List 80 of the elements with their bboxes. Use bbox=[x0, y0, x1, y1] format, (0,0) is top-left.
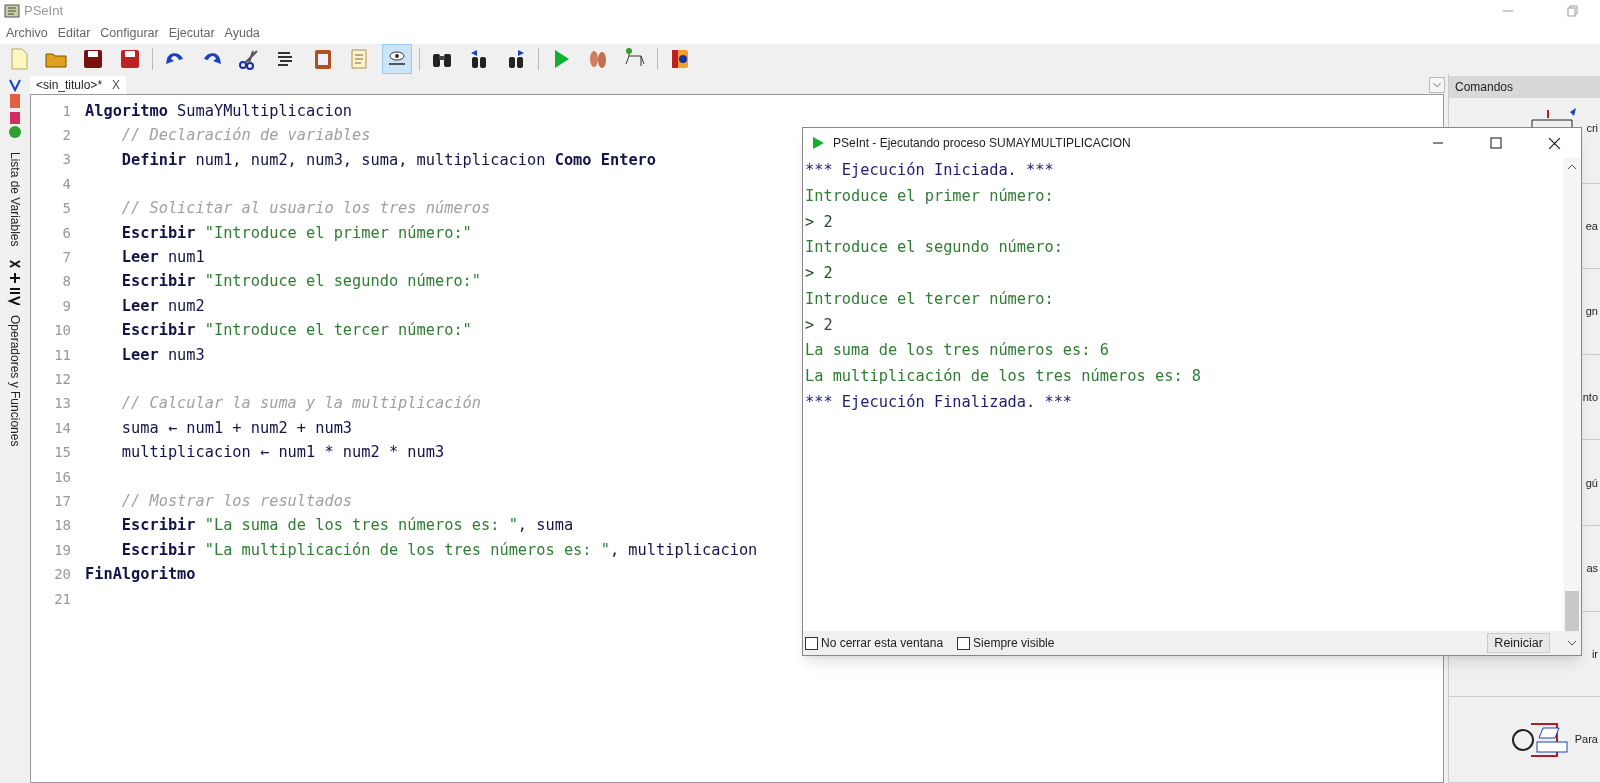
code-line: // Mostrar los resultados bbox=[120, 490, 353, 512]
line-number: 15 bbox=[53, 443, 71, 463]
command-label[interactable]: ea bbox=[1585, 217, 1598, 235]
line-number: 6 bbox=[61, 223, 71, 243]
side-tab[interactable]: Operadores y Funciones bbox=[6, 314, 24, 446]
code-line: // Solicitar al usuario los tres números bbox=[120, 198, 491, 220]
command-label[interactable]: ir bbox=[1591, 645, 1598, 663]
app-icon bbox=[4, 3, 20, 19]
command-label[interactable]: gn bbox=[1585, 303, 1598, 320]
console-line: La multiplicación de los tres números es: 8 bbox=[805, 365, 1202, 387]
line-number: 18 bbox=[53, 516, 71, 536]
line-number: 17 bbox=[53, 491, 71, 511]
line-number: 10 bbox=[53, 321, 71, 341]
line-number: 19 bbox=[53, 540, 71, 560]
line-number: 1 bbox=[61, 101, 71, 121]
line-number: 5 bbox=[61, 199, 71, 219]
window-title: PSeInt bbox=[24, 2, 64, 21]
close-icon[interactable] bbox=[1548, 136, 1561, 150]
play-icon bbox=[811, 136, 825, 150]
code-line: suma ← num1 + num2 + num3 bbox=[120, 417, 353, 439]
code-line: Escribir "La suma de los tres números es: ", suma bbox=[120, 515, 574, 537]
checkbox-label: Siempre visible bbox=[973, 635, 1055, 652]
code-line: // Calcular la suma y la multiplicación bbox=[120, 393, 481, 415]
menu-item[interactable]: Editar bbox=[57, 23, 91, 43]
console-line: *** Ejecución Finalizada. *** bbox=[805, 391, 1074, 413]
menu-item[interactable]: Ejecutar bbox=[168, 23, 215, 43]
code-line: Escribir "Introduce el primer número:" bbox=[120, 222, 472, 244]
line-number: 11 bbox=[53, 345, 71, 365]
code-line: Escribir "La multiplicación de los tres números es: ", multiplicacion bbox=[120, 539, 758, 561]
line-number: 20 bbox=[53, 565, 71, 585]
line-number: 9 bbox=[61, 296, 71, 316]
console-line: > 2 bbox=[805, 314, 834, 336]
console-line: Introduce el tercer número: bbox=[805, 288, 1055, 310]
panel-header: Comandos bbox=[1449, 76, 1600, 98]
code-line: Escribir "Introduce el tercer número:" bbox=[120, 320, 472, 342]
code-line: FinAlgoritmo bbox=[85, 564, 196, 586]
code-line: // Declaración de variables bbox=[120, 125, 371, 147]
tab-close-button[interactable]: X bbox=[112, 76, 121, 94]
line-number: 7 bbox=[61, 248, 71, 268]
menu-item[interactable]: Ayuda bbox=[224, 23, 260, 43]
checkbox[interactable] bbox=[805, 636, 818, 650]
line-number: 12 bbox=[53, 370, 71, 389]
editor-tab[interactable]: <sin_titulo>* X bbox=[30, 76, 127, 94]
tab-label: <sin_titulo>* bbox=[36, 77, 103, 94]
command-label[interactable]: cri bbox=[1586, 119, 1598, 137]
scrollbar-thumb[interactable] bbox=[1565, 591, 1579, 631]
line-number: 8 bbox=[61, 272, 71, 292]
code-line: Escribir "Introduce el segundo número:" bbox=[120, 271, 481, 293]
maximize-icon[interactable] bbox=[1490, 137, 1502, 149]
command-label[interactable]: as bbox=[1586, 560, 1598, 577]
line-number: 3 bbox=[61, 150, 71, 170]
restart-button[interactable]: Reiniciar bbox=[1487, 633, 1550, 653]
menu-item[interactable]: Configurar bbox=[100, 23, 159, 43]
command-label[interactable]: gú bbox=[1585, 474, 1598, 491]
line-number: 14 bbox=[53, 418, 71, 438]
command-label[interactable]: nto bbox=[1582, 388, 1598, 406]
code-line: Leer num1 bbox=[120, 247, 205, 269]
console-line: > 2 bbox=[805, 263, 834, 285]
checkbox-label: No cerrar esta ventana bbox=[821, 635, 944, 652]
code-line: Leer num2 bbox=[120, 295, 205, 317]
line-number: 21 bbox=[53, 589, 71, 609]
code-line: Definir num1, num2, num3, suma, multiplicacion Como Entero bbox=[120, 149, 656, 171]
line-number: 4 bbox=[61, 174, 71, 194]
scrollbar[interactable] bbox=[1563, 158, 1581, 631]
console-line: *** Ejecución Iniciada. *** bbox=[805, 160, 1055, 182]
console-line: Introduce el primer número: bbox=[805, 186, 1055, 208]
checkbox[interactable] bbox=[957, 636, 971, 650]
console-title: PSeInt - Ejecutando proceso SUMAYMULTIPLICACION bbox=[833, 135, 1131, 152]
console-line: Introduce el segundo número: bbox=[805, 237, 1064, 259]
line-number: 2 bbox=[61, 126, 71, 146]
menu-item[interactable]: Archivo bbox=[6, 23, 48, 43]
console-line: > 2 bbox=[805, 211, 834, 233]
code-line: multiplicacion ← num1 * num2 * num3 bbox=[120, 442, 445, 464]
command-label[interactable]: Para bbox=[1574, 731, 1598, 748]
side-tab[interactable]: Lista de Variables bbox=[6, 152, 24, 247]
console-line: La suma de los tres números es: 6 bbox=[805, 340, 1110, 362]
line-number: 16 bbox=[53, 467, 71, 487]
line-number: 13 bbox=[53, 394, 71, 414]
code-line: Algoritmo SumaYMultiplicacion bbox=[85, 100, 353, 122]
code-line: Leer num3 bbox=[120, 344, 205, 366]
